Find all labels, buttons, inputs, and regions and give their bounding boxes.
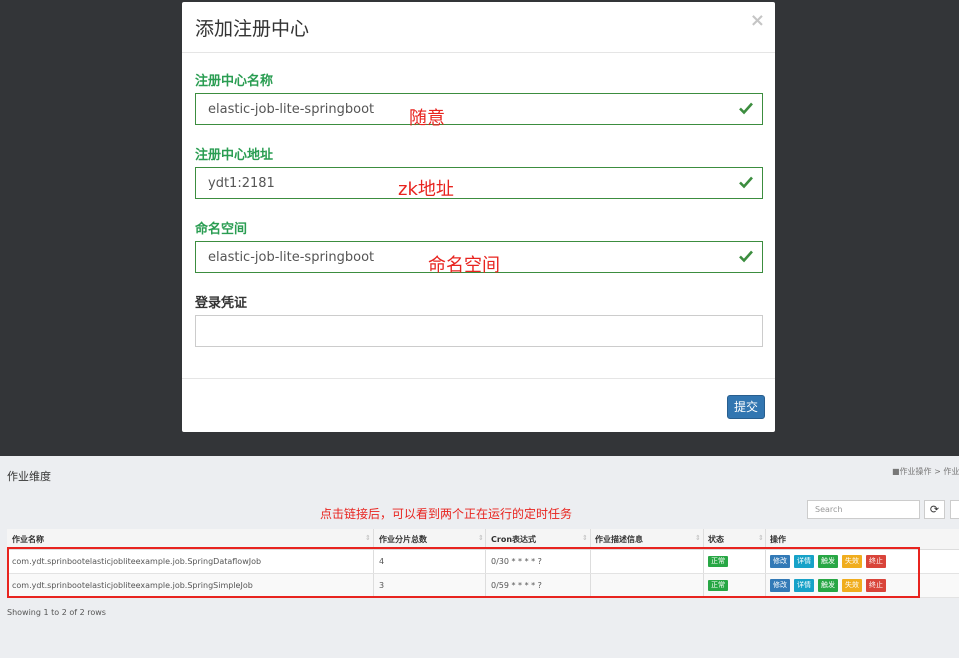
page-title: 作业维度 bbox=[7, 470, 51, 483]
close-icon[interactable]: × bbox=[750, 10, 765, 31]
annotation-highlight-box bbox=[7, 547, 920, 598]
submit-button[interactable]: 提交 bbox=[727, 395, 765, 419]
col-shards[interactable]: 作业分片总数 bbox=[379, 534, 427, 545]
sort-icon[interactable]: ⇕ bbox=[695, 534, 701, 542]
refresh-icon[interactable]: ⟳ bbox=[924, 500, 945, 519]
check-icon bbox=[739, 176, 753, 189]
column-divider bbox=[590, 529, 591, 549]
namespace-value: elastic-job-lite-springboot bbox=[208, 250, 375, 265]
check-icon bbox=[739, 250, 753, 263]
column-divider bbox=[765, 529, 766, 549]
jobs-page: 作业维度 ■作业操作 > 作业 点击链接后，可以看到两个正在运行的定时任务 Se… bbox=[0, 456, 959, 658]
sort-icon[interactable]: ⇕ bbox=[365, 534, 371, 542]
check-icon bbox=[739, 102, 753, 115]
column-divider bbox=[485, 529, 486, 549]
sort-icon[interactable]: ⇕ bbox=[478, 534, 484, 542]
col-cron[interactable]: Cron表达式 bbox=[491, 534, 536, 545]
col-job-name[interactable]: 作业名称 bbox=[12, 534, 44, 545]
annotation-note: 点击链接后，可以看到两个正在运行的定时任务 bbox=[320, 507, 573, 521]
column-divider bbox=[373, 529, 374, 549]
registry-name-value: elastic-job-lite-springboot bbox=[208, 102, 375, 117]
col-status[interactable]: 状态 bbox=[708, 534, 724, 545]
sort-icon[interactable]: ⇕ bbox=[758, 534, 764, 542]
pagination-info: Showing 1 to 2 of 2 rows bbox=[7, 608, 106, 617]
annotation-registry-address: zk地址 bbox=[398, 179, 454, 200]
namespace-label: 命名空间 bbox=[195, 222, 248, 237]
add-registry-modal: 添加注册中心 × 注册中心名称 elastic-job-lite-springb… bbox=[182, 2, 775, 432]
credential-input[interactable] bbox=[195, 315, 763, 347]
modal-header: 添加注册中心 × bbox=[182, 2, 775, 53]
annotation-registry-name: 随意 bbox=[409, 108, 445, 129]
registry-address-label: 注册中心地址 bbox=[195, 148, 274, 163]
col-actions: 操作 bbox=[770, 535, 786, 544]
column-divider bbox=[703, 529, 704, 549]
registry-name-input[interactable]: elastic-job-lite-springboot bbox=[195, 93, 763, 125]
search-placeholder: Search bbox=[815, 505, 843, 514]
annotation-namespace: 命名空间 bbox=[428, 255, 500, 276]
breadcrumb[interactable]: ■作业操作 > 作业 bbox=[892, 466, 959, 477]
modal-title: 添加注册中心 bbox=[195, 18, 310, 40]
col-description[interactable]: 作业描述信息 bbox=[595, 534, 643, 545]
registry-address-input[interactable]: ydt1:2181 bbox=[195, 167, 763, 199]
registry-name-label: 注册中心名称 bbox=[195, 74, 274, 89]
sort-icon[interactable]: ⇕ bbox=[582, 534, 588, 542]
registry-address-value: ydt1:2181 bbox=[208, 176, 275, 191]
modal-footer: 提交 bbox=[182, 378, 775, 433]
credential-label: 登录凭证 bbox=[195, 296, 248, 311]
columns-button[interactable] bbox=[950, 500, 959, 519]
search-input[interactable]: Search bbox=[807, 500, 920, 519]
